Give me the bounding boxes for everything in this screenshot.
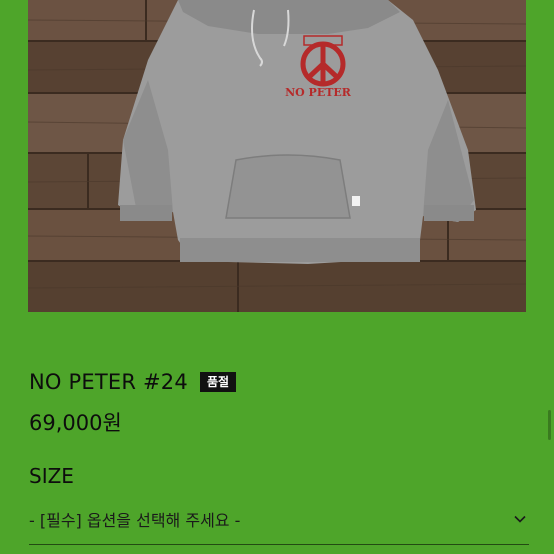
product-price: 69,000원 bbox=[29, 411, 122, 435]
product-image[interactable]: NO PETER bbox=[28, 0, 526, 312]
size-select-placeholder: - [필수] 옵션을 선택해 주세요 - bbox=[29, 511, 241, 530]
chevron-down-icon bbox=[514, 515, 526, 523]
product-title: NO PETER #24 bbox=[29, 370, 188, 394]
soldout-badge: 품절 bbox=[199, 372, 237, 392]
size-option-label: SIZE bbox=[29, 464, 74, 488]
scrollbar[interactable] bbox=[548, 410, 551, 440]
svg-text:NO PETER: NO PETER bbox=[285, 86, 352, 99]
product-title-row: NO PETER #24 품절 bbox=[29, 370, 237, 394]
size-select[interactable]: - [필수] 옵션을 선택해 주세요 - bbox=[29, 504, 529, 534]
select-underline bbox=[29, 544, 529, 545]
